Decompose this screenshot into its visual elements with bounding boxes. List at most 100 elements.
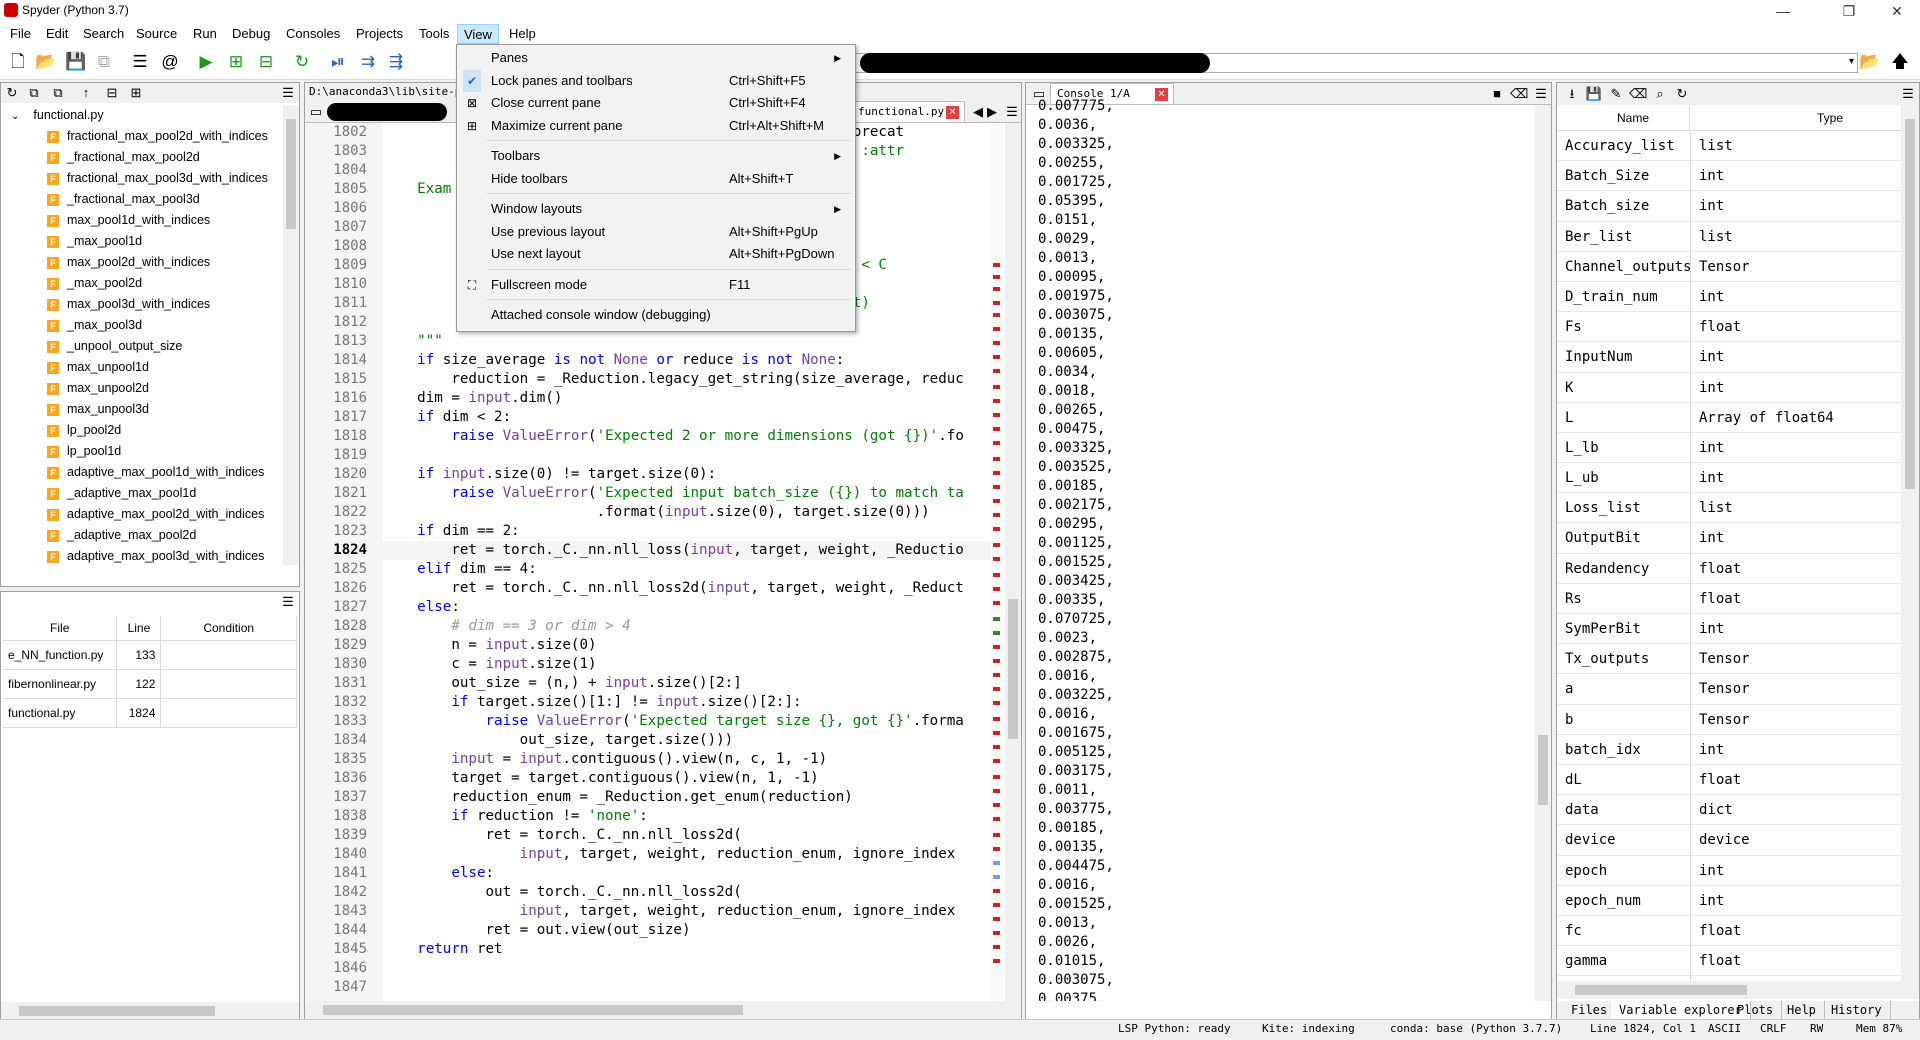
variable-row[interactable]: Tx_outputs Tensor [1557,644,1901,675]
menu-help[interactable]: Help [503,24,542,44]
variable-row[interactable]: Ber_list list [1557,222,1901,252]
line-number[interactable]: 1839 [305,826,383,845]
editor-hscroll[interactable] [305,1001,1021,1020]
outline-item[interactable]: Ffractional_max_pool3d_with_indices [1,168,283,189]
menu-item-window-layouts[interactable]: Window layouts ▶ [457,198,855,220]
outline-item[interactable]: Fadaptive_max_pool2d_with_indices [1,504,283,525]
line-number[interactable]: 1840 [305,845,383,864]
tab-help[interactable]: Help [1779,1001,1825,1019]
line-number[interactable]: 1804 [305,161,383,180]
line-number[interactable]: 1836 [305,769,383,788]
table-row[interactable]: fibernonlinear.py 122 [3,669,297,699]
bp-col-line[interactable]: Line [116,616,162,641]
variable-row[interactable]: epoch int [1557,856,1901,886]
line-number[interactable]: 1843 [305,902,383,921]
line-number[interactable]: 1806 [305,199,383,218]
outline-item[interactable]: Flp_pool1d [1,441,283,462]
variable-row[interactable]: SymPerBit int [1557,614,1901,645]
collapse-icon[interactable]: ⊟ [103,85,121,101]
line-number[interactable]: 1827 [305,598,383,617]
menu-item-toolbars[interactable]: Toolbars ▶ [457,145,855,167]
line-number[interactable]: 1821 [305,484,383,503]
step-icon[interactable]: ⇉ [356,50,380,74]
line-number[interactable]: 1830 [305,655,383,674]
outline-item[interactable]: Fmax_pool1d_with_indices [1,210,283,231]
line-number[interactable]: 1820 [305,465,383,484]
outline-item[interactable]: Flp_pool2d [1,420,283,441]
pane-menu-icon[interactable]: ☰ [1899,86,1917,102]
bp-col-condition[interactable]: Condition [160,616,297,641]
line-number[interactable]: 1834 [305,731,383,750]
line-number[interactable]: 1824 [305,541,383,560]
step-into-icon[interactable]: ⇶ [384,50,408,74]
menu-view[interactable]: View [457,24,499,44]
menu-projects[interactable]: Projects [350,24,409,44]
open-file-icon[interactable]: 📂 [34,50,58,74]
line-number[interactable]: 1819 [305,446,383,465]
line-number[interactable]: 1810 [305,275,383,294]
line-number[interactable]: 1808 [305,237,383,256]
variable-row[interactable]: Batch_size int [1557,191,1901,222]
menu-item-maximize-current-pane[interactable]: ⊞ Maximize current pane Ctrl+Alt+Shift+M [457,115,855,137]
menu-file[interactable]: File [4,24,37,44]
import-icon[interactable]: ⭳ [1563,86,1581,102]
outline-item[interactable]: Fmax_unpool2d [1,378,283,399]
variable-row[interactable]: batch_idx int [1557,735,1901,765]
up-arrow-icon[interactable]: ↑ [77,85,95,101]
outline-item[interactable]: Fmax_pool2d_with_indices [1,252,283,273]
outline-item[interactable]: Fmax_unpool3d [1,399,283,420]
outline-item[interactable]: F _fractional_max_pool2d [1,147,283,168]
outline-item[interactable]: F _max_pool1d [1,231,283,252]
line-number[interactable]: 1818 [305,427,383,446]
editor-vscroll[interactable] [1005,123,1021,1001]
variable-row[interactable]: Loss_list list [1557,493,1901,524]
copy-icon[interactable]: ⧉ [25,85,43,101]
copy2-icon[interactable]: ⧉ [49,85,67,101]
variable-row[interactable]: D_train_num int [1557,282,1901,313]
line-number[interactable]: 1813 [305,332,383,351]
line-number[interactable]: 1822 [305,503,383,522]
eraser-icon[interactable]: ⌫ [1629,86,1647,102]
pane-menu-icon[interactable]: ☰ [279,594,297,610]
variable-row[interactable]: epoch_num int [1557,886,1901,916]
line-number[interactable]: 1832 [305,693,383,712]
tab-list-icon[interactable]: ▭ [307,104,325,120]
pane-menu-icon[interactable]: ☰ [1003,104,1021,120]
line-number[interactable]: 1845 [305,940,383,959]
line-number[interactable]: 1815 [305,370,383,389]
menu-item-fullscreen-mode[interactable]: ⛶ Fullscreen mode F11 [457,274,855,296]
line-number[interactable]: 1835 [305,750,383,769]
menu-item-hide-toolbars[interactable]: Hide toolbars Alt+Shift+T [457,168,855,190]
line-number[interactable]: 1847 [305,978,383,997]
outline-item[interactable]: Fmax_pool3d_with_indices [1,294,283,315]
outline-item[interactable]: F _max_pool2d [1,273,283,294]
outline-item[interactable]: F _adaptive_max_pool1d [1,483,283,504]
list-icon[interactable]: ☰ [128,50,152,74]
line-number[interactable]: 1844 [305,921,383,940]
tab-functional[interactable]: functional.py ✕ [853,101,965,123]
variable-row[interactable]: Rs float [1557,584,1901,614]
save-as-icon[interactable]: ✎ [1607,86,1625,102]
menu-edit[interactable]: Edit [40,24,74,44]
menu-item-attached-console-window-debugging[interactable]: Attached console window (debugging) [457,304,855,326]
parent-dir-icon[interactable]: 🡅 [1888,50,1912,74]
tab-next-icon[interactable]: ▶ [983,104,1001,120]
col-name[interactable]: Name [1617,111,1649,125]
outline-item[interactable]: Fmax_unpool1d [1,357,283,378]
line-number[interactable]: 1842 [305,883,383,902]
refresh-icon[interactable]: ↻ [1673,86,1691,102]
pane-menu-icon[interactable]: ☰ [279,85,297,101]
at-icon[interactable]: @ [158,50,182,74]
menu-debug[interactable]: Debug [226,24,276,44]
variable-row[interactable]: Fs float [1557,312,1901,343]
line-number[interactable]: 1846 [305,959,383,978]
close-window-button[interactable]: ✕ [1874,0,1920,22]
menu-item-use-next-layout[interactable]: Use next layout Alt+Shift+PgDown [457,243,855,265]
menu-consoles[interactable]: Consoles [280,24,346,44]
menu-run[interactable]: Run [187,24,223,44]
outline-root[interactable]: ⌄ functional.py [1,105,283,126]
variable-row[interactable]: Channel_outputs Tensor [1557,252,1901,282]
line-number[interactable]: 1805 [305,180,383,199]
table-row[interactable]: e_NN_function.py 133 [3,640,297,670]
line-number[interactable]: 1802 [305,123,383,142]
